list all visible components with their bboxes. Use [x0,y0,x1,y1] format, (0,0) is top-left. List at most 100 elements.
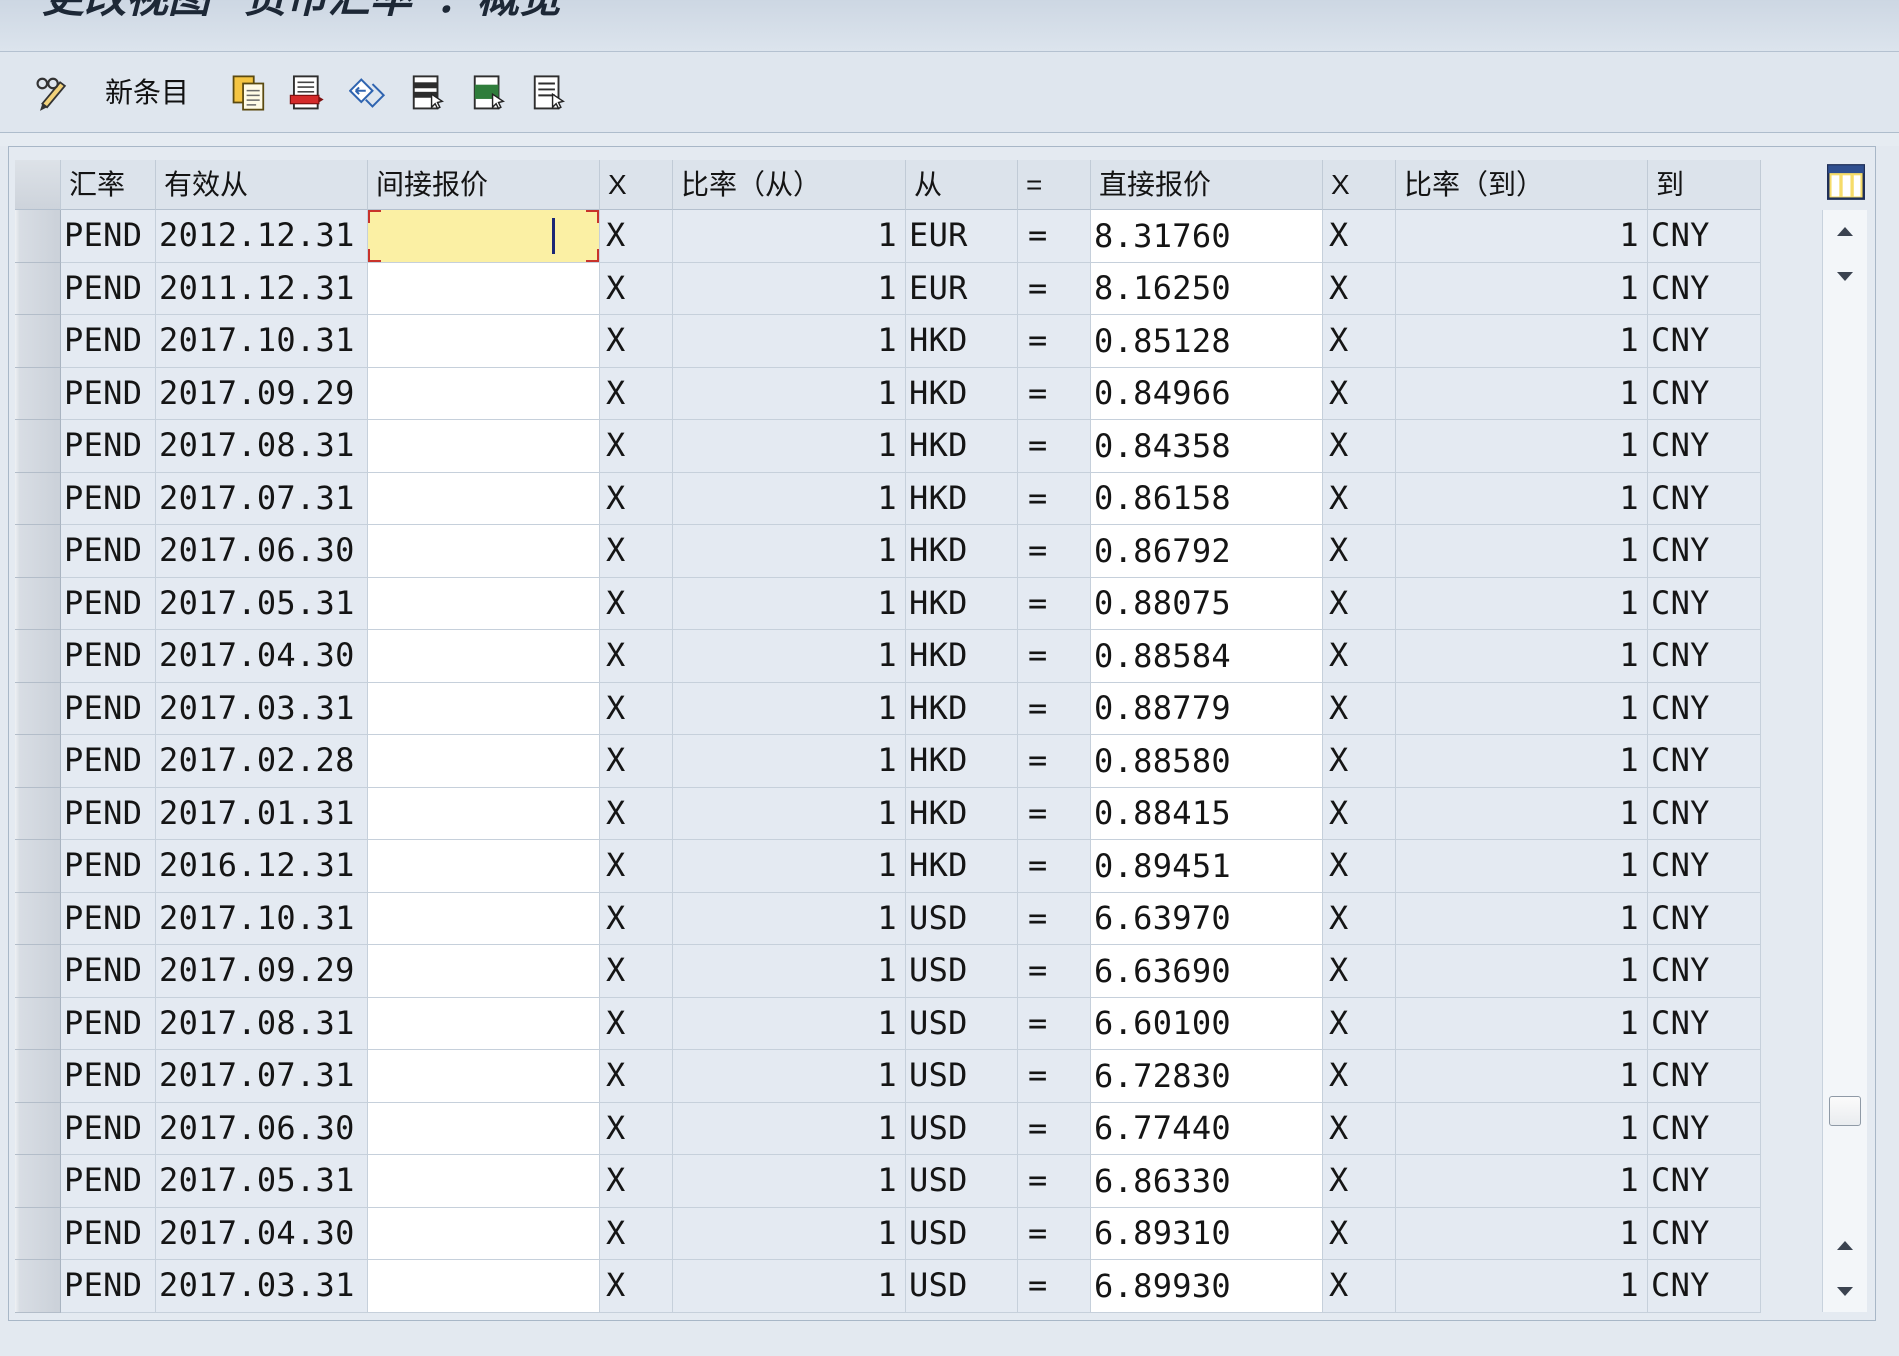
indirect-quote-input[interactable] [368,1155,599,1207]
column-header-to-currency[interactable]: 到 [1648,160,1761,210]
row-selector-button[interactable] [15,735,61,788]
direct-quote-cell[interactable] [1091,945,1323,998]
column-header-from-currency[interactable]: 从 [906,160,1018,210]
column-header-direct-quote[interactable]: 直接报价 [1091,160,1323,210]
indirect-quote-input[interactable] [368,892,599,944]
indirect-quote-cell[interactable] [368,1102,600,1155]
direct-quote-cell[interactable] [1091,1155,1323,1208]
column-header-equals[interactable]: = [1018,160,1091,210]
indirect-quote-cell[interactable] [368,787,600,840]
indirect-quote-cell[interactable] [368,577,600,630]
indirect-quote-cell[interactable] [368,1260,600,1313]
direct-quote-input[interactable] [1091,472,1322,524]
row-selector-button[interactable] [15,787,61,840]
indirect-quote-input[interactable] [368,735,599,787]
indirect-quote-cell[interactable] [368,997,600,1050]
indirect-quote-input[interactable] [368,997,599,1049]
direct-quote-input[interactable] [1091,735,1322,787]
indirect-quote-input[interactable] [368,315,599,367]
row-selector-button[interactable] [15,525,61,578]
row-selector-button[interactable] [15,892,61,945]
indirect-quote-cell[interactable] [368,420,600,473]
column-header-ratio-from[interactable]: 比率（从） [673,160,906,210]
indirect-quote-input[interactable] [368,577,599,629]
indirect-quote-input[interactable] [368,210,599,262]
direct-quote-input[interactable] [1091,892,1322,944]
direct-quote-cell[interactable] [1091,262,1323,315]
direct-quote-cell[interactable] [1091,997,1323,1050]
indirect-quote-cell[interactable] [368,315,600,368]
column-header-exchange-rate-type[interactable]: 汇率 [61,160,156,210]
row-selector-button[interactable] [15,1155,61,1208]
direct-quote-cell[interactable] [1091,577,1323,630]
row-selector-button[interactable] [15,210,61,263]
indirect-quote-cell[interactable] [368,945,600,998]
indirect-quote-input[interactable] [368,787,599,839]
direct-quote-input[interactable] [1091,1207,1322,1259]
column-header-indirect-x[interactable]: X [600,160,673,210]
deselect-all-button[interactable] [530,73,570,113]
direct-quote-cell[interactable] [1091,892,1323,945]
indirect-quote-input[interactable] [368,1050,599,1102]
indirect-quote-input[interactable] [368,525,599,577]
undo-change-button[interactable] [349,73,389,113]
direct-quote-input[interactable] [1091,682,1322,734]
direct-quote-input[interactable] [1091,787,1322,839]
column-configuration-button[interactable] [1826,163,1866,201]
direct-quote-input[interactable] [1091,1050,1322,1102]
column-header-valid-from[interactable]: 有效从 [156,160,368,210]
row-selector-button[interactable] [15,840,61,893]
indirect-quote-cell[interactable] [368,1207,600,1260]
direct-quote-input[interactable] [1091,420,1322,472]
indirect-quote-input[interactable] [368,1102,599,1154]
new-entries-button[interactable]: 新条目 [105,74,189,112]
direct-quote-input[interactable] [1091,1155,1322,1207]
select-all-rows-button[interactable] [15,160,61,210]
indirect-quote-cell[interactable] [368,892,600,945]
direct-quote-cell[interactable] [1091,735,1323,788]
row-selector-button[interactable] [15,420,61,473]
indirect-quote-input[interactable] [368,682,599,734]
direct-quote-cell[interactable] [1091,630,1323,683]
direct-quote-cell[interactable] [1091,420,1323,473]
indirect-quote-cell[interactable] [368,262,600,315]
direct-quote-cell[interactable] [1091,1050,1323,1103]
vertical-scrollbar[interactable] [1822,210,1867,1312]
scroll-up-button[interactable] [1835,222,1855,242]
direct-quote-input[interactable] [1091,315,1322,367]
direct-quote-cell[interactable] [1091,787,1323,840]
select-block-button[interactable] [470,73,510,113]
direct-quote-input[interactable] [1091,1260,1322,1312]
indirect-quote-cell[interactable] [368,840,600,893]
direct-quote-cell[interactable] [1091,1260,1323,1313]
direct-quote-input[interactable] [1091,997,1322,1049]
row-selector-button[interactable] [15,630,61,683]
direct-quote-cell[interactable] [1091,525,1323,578]
row-selector-button[interactable] [15,1050,61,1103]
direct-quote-input[interactable] [1091,210,1322,262]
row-selector-button[interactable] [15,1102,61,1155]
row-selector-button[interactable] [15,262,61,315]
indirect-quote-cell[interactable] [368,210,600,263]
column-header-ratio-to[interactable]: 比率（到） [1396,160,1648,210]
indirect-quote-input[interactable] [368,1207,599,1259]
display-change-toggle-button[interactable] [34,73,74,113]
row-selector-button[interactable] [15,577,61,630]
direct-quote-cell[interactable] [1091,315,1323,368]
direct-quote-input[interactable] [1091,840,1322,892]
indirect-quote-cell[interactable] [368,682,600,735]
indirect-quote-input[interactable] [368,262,599,314]
direct-quote-cell[interactable] [1091,840,1323,893]
column-header-indirect-quote[interactable]: 间接报价 [368,160,600,210]
row-selector-button[interactable] [15,472,61,525]
select-all-button[interactable] [409,73,449,113]
row-selector-button[interactable] [15,367,61,420]
direct-quote-cell[interactable] [1091,472,1323,525]
indirect-quote-input[interactable] [368,945,599,997]
direct-quote-input[interactable] [1091,1102,1322,1154]
direct-quote-input[interactable] [1091,577,1322,629]
page-up-button[interactable] [1835,1236,1855,1256]
row-selector-button[interactable] [15,945,61,998]
indirect-quote-input[interactable] [368,1260,599,1312]
indirect-quote-input[interactable] [368,472,599,524]
